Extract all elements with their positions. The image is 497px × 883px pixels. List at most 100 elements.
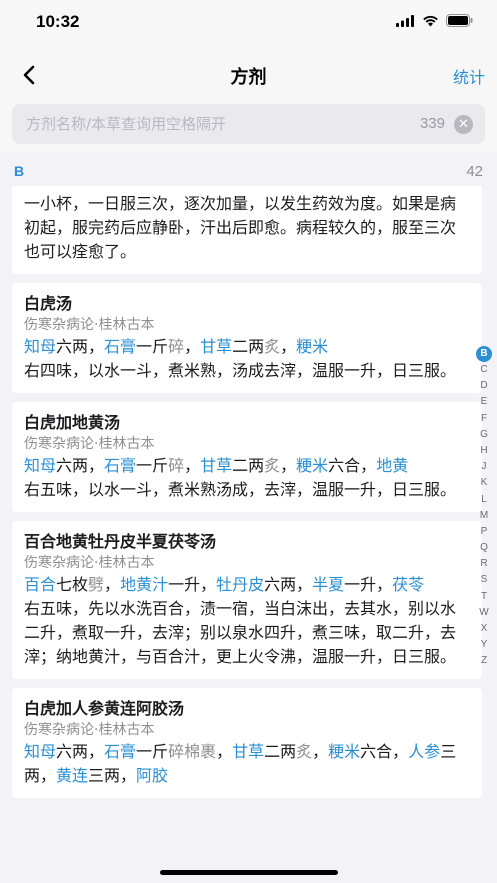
herb-link[interactable]: 知母 [24,337,56,356]
dosage-text: 一斤 [136,456,169,475]
dosage-text: ， [104,575,121,594]
herb-link[interactable]: 黄连 [56,766,88,785]
section-letter: B [14,163,25,179]
formula-card[interactable]: 白虎加人参黄连阿胶汤 伤寒杂病论·桂林古本 知母六两，石膏一斤碎棉裹，甘草二两炙，粳… [12,688,482,798]
formula-card[interactable]: 一小杯，一日服三次，逐次加量，以发生药效为度。如果是病初起，服完药后应静卧，汗出… [12,186,482,274]
bottom-area [0,850,497,883]
dosage-text: 六两， [56,337,105,356]
preparation-note: 碎 [168,337,185,356]
index-letter-l[interactable]: L [476,492,492,508]
index-letter-h[interactable]: H [476,443,492,459]
dosage-text: 二两 [232,456,265,475]
herb-link[interactable]: 甘草 [232,742,264,761]
herb-link[interactable]: 知母 [24,742,56,761]
herb-link[interactable]: 粳米 [328,742,360,761]
herb-link[interactable]: 甘草 [200,337,232,356]
dosage-text: 六两， [56,742,105,761]
formula-title: 白虎加人参黄连阿胶汤 [24,699,185,718]
herb-link[interactable]: 半夏 [312,575,344,594]
dosage-text: 三两， [88,766,137,785]
dosage-text: 二两 [232,337,265,356]
dosage-text: 一斤 [136,742,169,761]
section-header: B 42 [0,158,497,186]
formula-card[interactable]: 百合地黄牡丹皮半夏茯苓汤 伤寒杂病论·桂林古本 百合七枚劈，地黄汁一升，牡丹皮六两，… [12,521,482,679]
dosage-text: ， [312,742,329,761]
formula-instructions: 右五味，先以水洗百合，渍一宿，当白沫出，去其水，别以水二升，煮取一升，去滓；别以… [24,599,457,666]
index-letter-j[interactable]: J [476,459,492,475]
search-box: 339 ✕ [12,104,485,144]
formula-source: 伤寒杂病论·桂林古本 [24,317,155,333]
dosage-text: 一斤 [136,337,169,356]
index-letter-z[interactable]: Z [476,653,492,669]
herb-link[interactable]: 地黄汁 [120,575,168,594]
signal-icon [396,14,414,27]
herb-link[interactable]: 石膏 [104,742,136,761]
dosage-text: ， [184,456,201,475]
formula-card[interactable]: 白虎汤 伤寒杂病论·桂林古本 知母六两，石膏一斤碎，甘草二两炙，粳米 右四味，以水一斗… [12,283,482,393]
result-count: 339 [419,115,445,132]
index-letter-p[interactable]: P [476,524,492,540]
herb-link[interactable]: 粳米 [296,337,328,356]
index-letter-g[interactable]: G [476,427,492,443]
formula-card[interactable]: 白虎加地黄汤 伤寒杂病论·桂林古本 知母六两，石膏一斤碎，甘草二两炙，粳米六合，地黄… [12,402,482,512]
dosage-text: 六合， [328,456,377,475]
index-letter-k[interactable]: K [476,475,492,491]
herb-link[interactable]: 牡丹皮 [216,575,264,594]
formula-source: 伤寒杂病论·桂林古本 [24,436,155,452]
preparation-note: 炙 [296,742,313,761]
index-letter-x[interactable]: X [476,621,492,637]
status-bar: 10:32 [0,0,497,50]
index-letter-m[interactable]: M [476,508,492,524]
herb-link[interactable]: 茯苓 [392,575,424,594]
statistics-button[interactable]: 统计 [453,64,485,88]
back-button[interactable] [14,60,44,90]
wifi-icon [423,15,438,26]
formula-title: 白虎加地黄汤 [24,413,121,432]
herb-link[interactable]: 地黄 [376,456,408,475]
dosage-text: 二两 [264,742,297,761]
status-icons [396,14,473,27]
dosage-text: 一升， [344,575,393,594]
herb-link[interactable]: 知母 [24,456,56,475]
alphabet-index[interactable]: BCDEFGHJKLMPQRSTWXYZ [475,346,493,670]
dosage-text: 六两， [56,456,105,475]
battery-icon [446,14,473,27]
index-letter-y[interactable]: Y [476,637,492,653]
preparation-note: 碎 [168,456,185,475]
chevron-left-icon [23,65,35,85]
index-letter-e[interactable]: E [476,394,492,410]
herb-link[interactable]: 粳米 [296,456,328,475]
herb-link[interactable]: 石膏 [104,456,136,475]
dosage-text: 七枚 [56,575,89,594]
close-icon: ✕ [458,117,469,132]
herb-link[interactable]: 阿胶 [136,766,168,785]
index-letter-r[interactable]: R [476,556,492,572]
formula-title: 百合地黄牡丹皮半夏茯苓汤 [24,532,217,551]
formula-list[interactable]: 一小杯，一日服三次，逐次加量，以发生药效为度。如果是病初起，服完药后应静卧，汗出… [12,186,482,850]
dosage-text: ， [184,337,201,356]
index-letter-c[interactable]: C [476,362,492,378]
herb-link[interactable]: 人参 [408,742,440,761]
search-input[interactable] [26,104,396,144]
preparation-note: 炙 [264,337,281,356]
index-letter-f[interactable]: F [476,411,492,427]
formula-source: 伤寒杂病论·桂林古本 [24,555,155,571]
formula-title: 白虎汤 [24,294,73,313]
index-letter-q[interactable]: Q [476,540,492,556]
formula-instructions: 右四味，以水一斗，煮米熟，汤成去滓，温服一升，日三服。 [24,361,457,380]
herb-link[interactable]: 石膏 [104,337,136,356]
dosage-text: 六两， [264,575,313,594]
herb-link[interactable]: 甘草 [200,456,232,475]
index-letter-s[interactable]: S [476,572,492,588]
formula-instructions: 右五味，以水一斗，煮米熟汤成，去滓，温服一升，日三服。 [24,480,457,499]
dosage-text: 一升， [168,575,217,594]
clear-search-button[interactable]: ✕ [454,115,473,134]
preparation-note: 碎棉裹 [168,742,217,761]
formula-ingredients: 百合七枚劈，地黄汁一升，牡丹皮六两，半夏一升，茯苓 [24,573,470,597]
index-letter-d[interactable]: D [476,378,492,394]
index-letter-w[interactable]: W [476,605,492,621]
index-letter-t[interactable]: T [476,589,492,605]
herb-link[interactable]: 百合 [24,575,56,594]
search-area: 339 ✕ [0,100,497,152]
index-letter-b[interactable]: B [476,346,492,362]
